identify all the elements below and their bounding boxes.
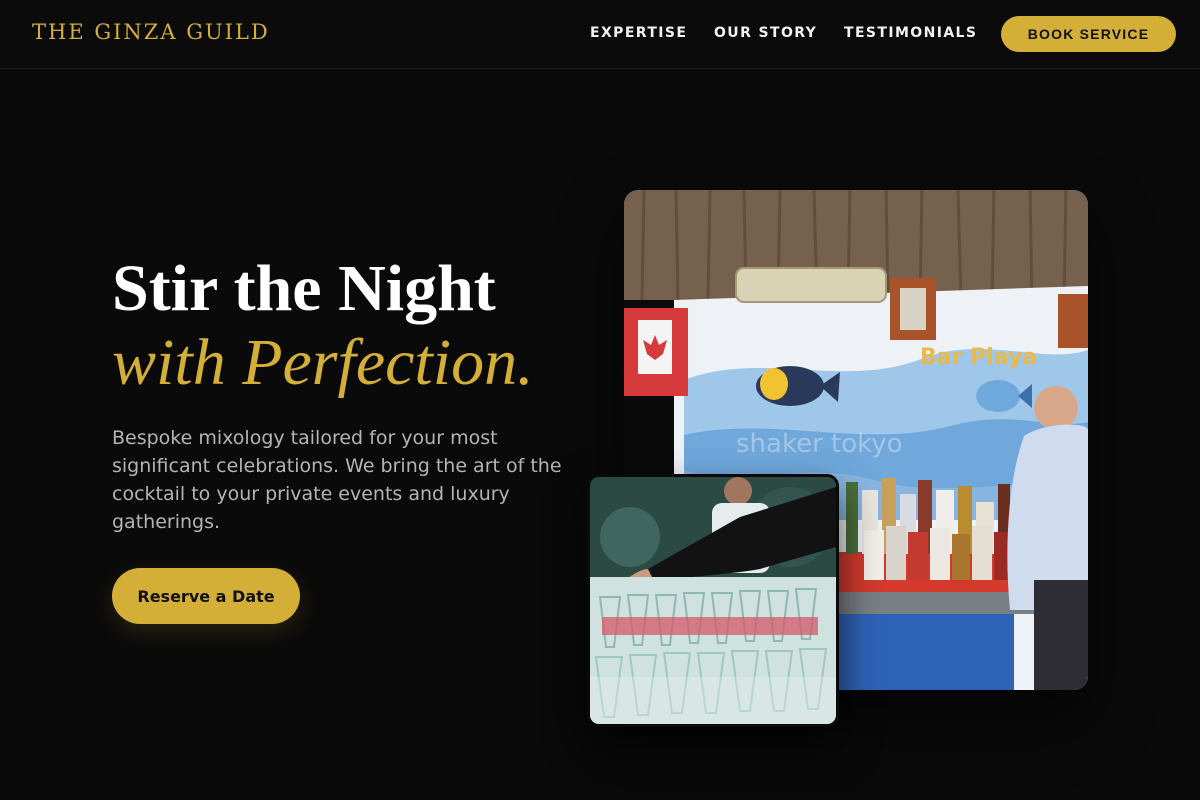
book-service-button[interactable]: BOOK SERVICE [1001,16,1176,52]
hero-title-line1: Stir the Night [112,252,496,325]
hero-title-line2: with Perfection. [112,326,534,399]
site-header: THE GINZA GUILD EXPERTISE OUR STORY TEST… [0,0,1200,69]
watermark-text: shaker tokyo [736,429,903,459]
bar-sign-text: Bar Playa [920,345,1037,370]
reserve-date-button[interactable]: Reserve a Date [112,568,300,624]
hero-description: Bespoke mixology tailored for your most … [112,427,562,533]
glasses-photo [587,474,839,727]
nav-testimonials[interactable]: TESTIMONIALS [844,25,977,41]
brand-logo[interactable]: THE GINZA GUILD [32,20,270,44]
nav-our-story[interactable]: OUR STORY [714,25,817,41]
nav-expertise[interactable]: EXPERTISE [590,25,687,41]
